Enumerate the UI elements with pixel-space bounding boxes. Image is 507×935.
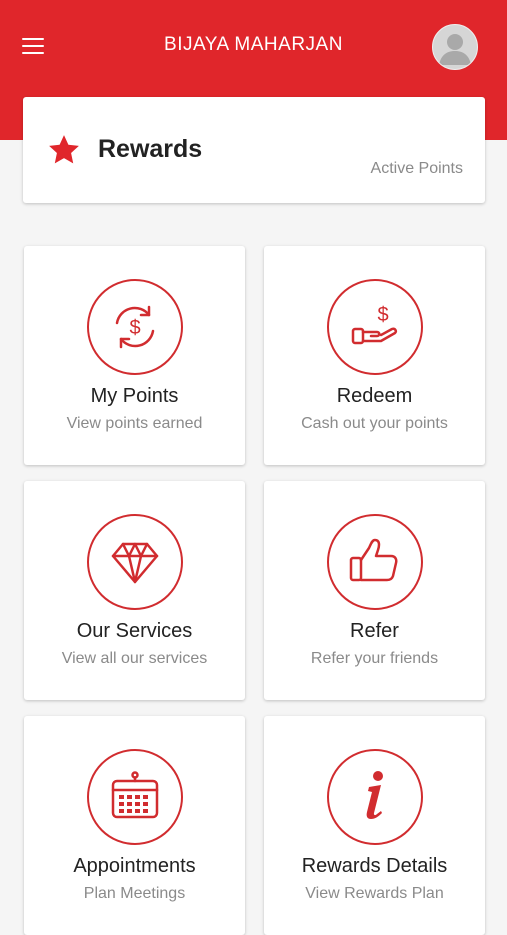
tile-subtitle: View points earned — [66, 415, 203, 432]
user-avatar-icon[interactable] — [432, 24, 478, 70]
thumbs-up-icon — [327, 514, 423, 610]
tile-title: My Points — [90, 385, 179, 407]
tile-subtitle: Refer your friends — [310, 650, 439, 667]
my-points-tile[interactable]: $ My Points View points earned — [24, 246, 245, 465]
tile-subtitle: View all our services — [61, 650, 208, 667]
appointments-tile[interactable]: Appointments Plan Meetings — [24, 716, 245, 935]
tile-subtitle: Cash out your points — [301, 415, 448, 432]
calendar-icon — [87, 749, 183, 845]
info-icon — [327, 749, 423, 845]
page-title: BIJAYA MAHARJAN — [164, 34, 343, 55]
star-icon — [49, 135, 79, 164]
rewards-details-tile[interactable]: Rewards Details View Rewards Plan — [264, 716, 485, 935]
our-services-tile[interactable]: Our Services View all our services — [24, 481, 245, 700]
tile-title: Redeem — [336, 385, 413, 407]
refer-tile[interactable]: Refer Refer your friends — [264, 481, 485, 700]
rewards-summary-card: Rewards Active Points — [23, 97, 485, 203]
tile-title: Refer — [350, 620, 399, 642]
tile-title: Appointments — [73, 855, 196, 877]
tile-subtitle: View Rewards Plan — [305, 885, 444, 902]
diamond-icon — [87, 514, 183, 610]
svg-text:$: $ — [377, 304, 388, 326]
currency-exchange-icon: $ — [87, 279, 183, 375]
tile-title: Rewards Details — [301, 855, 448, 877]
hand-dollar-icon: $ — [327, 279, 423, 375]
tile-subtitle: Plan Meetings — [83, 885, 186, 902]
redeem-tile[interactable]: $ Redeem Cash out your points — [264, 246, 485, 465]
svg-text:$: $ — [129, 317, 140, 339]
rewards-title: Rewards — [98, 135, 203, 163]
active-points-label: Active Points — [370, 160, 463, 177]
tile-title: Our Services — [76, 620, 193, 642]
